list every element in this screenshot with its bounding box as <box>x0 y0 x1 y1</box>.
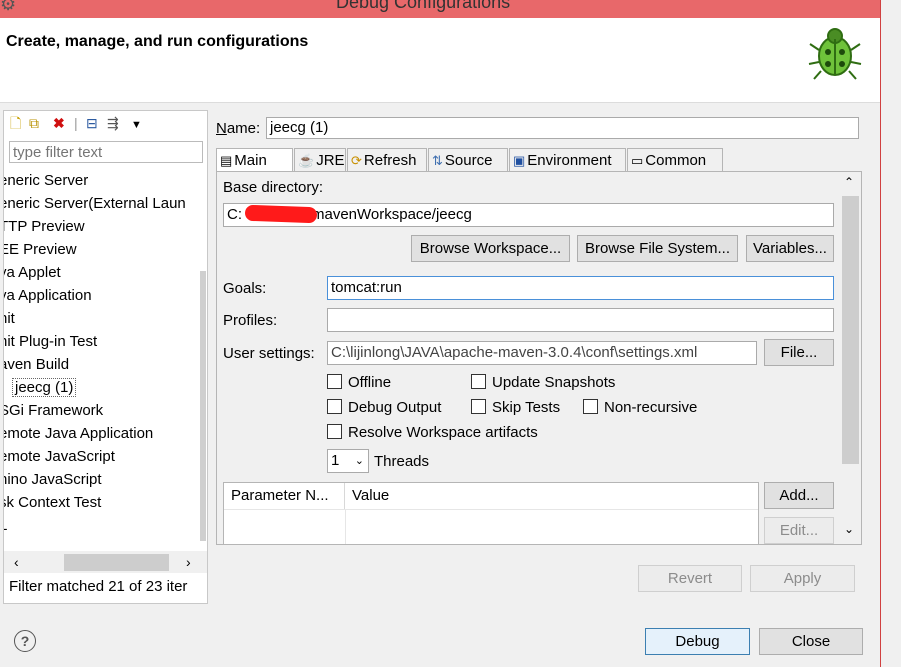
config-tabs: ▤ Main ☕ JRE ⟳ Refresh ⇅ Source ▣ Environment… <box>216 148 860 172</box>
scroll-right-icon[interactable]: › <box>186 551 191 573</box>
view-menu-icon[interactable]: ▼ <box>131 117 142 133</box>
tree-item[interactable]: hino JavaScript <box>4 468 200 491</box>
browse-file-system-button[interactable]: Browse File System... <box>577 235 738 262</box>
filter-status: Filter matched 21 of 23 iter <box>9 578 187 595</box>
column-divider <box>345 509 346 545</box>
config-tree: eneric Server eneric Server(External Lau… <box>4 169 200 549</box>
tree-item[interactable]: eneric Server(External Laun <box>4 192 200 215</box>
name-field[interactable]: jeecg (1) <box>266 117 859 139</box>
checkbox-box[interactable] <box>327 399 342 414</box>
tree-item[interactable]: nit Plug-in Test <box>4 330 200 353</box>
add-button[interactable]: Add... <box>764 482 834 509</box>
debug-button[interactable]: Debug <box>645 628 750 655</box>
table-row <box>224 509 758 510</box>
user-settings-label: User settings: <box>223 345 315 362</box>
tree-item[interactable]: emote Java Application <box>4 422 200 445</box>
user-settings-field[interactable]: C:\lijinlong\JAVA\apache-maven-3.0.4\con… <box>327 341 757 365</box>
window-title: Debug Configurations <box>336 0 510 13</box>
filter-input[interactable] <box>9 141 203 163</box>
scroll-thumb[interactable] <box>842 196 859 464</box>
redaction-scribble <box>245 205 318 224</box>
checkbox-box[interactable] <box>471 399 486 414</box>
threads-select[interactable]: 1 ⌄ <box>327 449 369 473</box>
scroll-thumb[interactable] <box>64 554 169 571</box>
main-tab-icon: ▤ <box>220 153 232 168</box>
tree-item[interactable]: sk Context Test <box>4 491 200 514</box>
apply-button[interactable]: Apply <box>750 565 855 592</box>
tree-item[interactable]: va Applet <box>4 261 200 284</box>
source-tab-icon: ⇅ <box>432 153 443 168</box>
tree-item[interactable]: aven Build <box>4 353 200 376</box>
tree-item[interactable]: eneric Server <box>4 169 200 192</box>
checkbox-box[interactable] <box>471 374 486 389</box>
variables-button[interactable]: Variables... <box>746 235 834 262</box>
chevron-down-icon: ⌄ <box>355 450 364 472</box>
tree-vertical-scrollbar[interactable] <box>200 271 206 541</box>
param-name-header[interactable]: Parameter N... <box>224 483 345 509</box>
goals-field[interactable]: tomcat:run <box>327 276 834 300</box>
new-config-icon[interactable]: 🗋 <box>10 115 21 131</box>
update-snapshots-checkbox[interactable]: Update Snapshots <box>471 374 615 391</box>
scroll-left-icon[interactable]: ‹ <box>14 551 19 573</box>
name-label: Name: <box>216 120 260 137</box>
tree-item-selected[interactable]: jeecg (1) <box>12 376 200 399</box>
help-icon[interactable]: ? <box>14 630 36 652</box>
skip-tests-checkbox[interactable]: Skip Tests <box>471 399 560 416</box>
checkbox-box[interactable] <box>327 424 342 439</box>
jre-tab-icon: ☕ <box>298 153 314 168</box>
base-directory-label: Base directory: <box>223 179 323 196</box>
tab-common[interactable]: ▭ Common <box>627 148 723 171</box>
environment-tab-icon: ▣ <box>513 153 525 168</box>
tree-item[interactable]: va Application <box>4 284 200 307</box>
collapse-all-icon[interactable]: ⊟ <box>86 115 98 131</box>
launch-config-tree-pane: 🗋 ⧉ ✖ | ⊟ ⇶ ▼ eneric Server eneric Serve… <box>3 110 208 604</box>
banner-heading: Create, manage, and run configurations <box>6 33 308 51</box>
checkbox-box[interactable] <box>327 374 342 389</box>
tab-main[interactable]: ▤ Main <box>216 148 293 173</box>
dialog-banner: Create, manage, and run configurations <box>0 18 880 103</box>
threads-label: Threads <box>374 453 429 470</box>
file-button[interactable]: File... <box>764 339 834 366</box>
scroll-down-icon[interactable]: ⌄ <box>844 522 854 536</box>
background-window-edge <box>880 0 901 667</box>
tab-jre[interactable]: ☕ JRE <box>294 148 346 171</box>
title-bar: ⚙ Debug Configurations <box>0 0 880 18</box>
duplicate-icon[interactable]: ⧉ <box>29 115 39 131</box>
eclipse-app-icon: ⚙ <box>0 0 16 15</box>
revert-button[interactable]: Revert <box>638 565 742 592</box>
tree-item[interactable]: emote JavaScript <box>4 445 200 468</box>
tree-horizontal-scrollbar[interactable]: ‹ › <box>4 551 207 573</box>
filter-icon[interactable]: ⇶ <box>107 115 119 131</box>
offline-checkbox[interactable]: Offline <box>327 374 391 391</box>
non-recursive-checkbox[interactable]: Non-recursive <box>583 399 697 416</box>
tree-item[interactable]: nit <box>4 307 200 330</box>
panel-vertical-scrollbar[interactable]: ⌃ ⌄ <box>841 172 860 542</box>
main-tab-panel: Base directory: C: mavenWorkspace/jeecg B… <box>216 171 862 545</box>
bug-icon <box>806 24 864 82</box>
tree-item[interactable]: EE Preview <box>4 238 200 261</box>
edit-button[interactable]: Edit... <box>764 517 834 544</box>
refresh-tab-icon: ⟳ <box>351 153 362 168</box>
scroll-up-icon[interactable]: ⌃ <box>844 175 854 189</box>
tab-refresh[interactable]: ⟳ Refresh <box>347 148 427 171</box>
browse-workspace-button[interactable]: Browse Workspace... <box>411 235 570 262</box>
toolbar-separator: | <box>74 115 78 131</box>
tree-item[interactable]: SGi Framework <box>4 399 200 422</box>
profiles-field[interactable] <box>327 308 834 332</box>
close-button[interactable]: Close <box>759 628 863 655</box>
debug-output-checkbox[interactable]: Debug Output <box>327 399 441 416</box>
checkbox-box[interactable] <box>583 399 598 414</box>
resolve-workspace-checkbox[interactable]: Resolve Workspace artifacts <box>327 424 538 441</box>
tab-environment[interactable]: ▣ Environment <box>509 148 626 171</box>
common-tab-icon: ▭ <box>631 153 643 168</box>
tab-source[interactable]: ⇅ Source <box>428 148 508 171</box>
tree-item[interactable]: TTP Preview <box>4 215 200 238</box>
goals-label: Goals: <box>223 280 266 297</box>
parameters-table: Parameter N... Value <box>223 482 759 545</box>
profiles-label: Profiles: <box>223 312 277 329</box>
delete-icon[interactable]: ✖ <box>53 115 65 131</box>
tree-item[interactable]: L <box>4 514 200 537</box>
param-value-header[interactable]: Value <box>345 483 758 509</box>
